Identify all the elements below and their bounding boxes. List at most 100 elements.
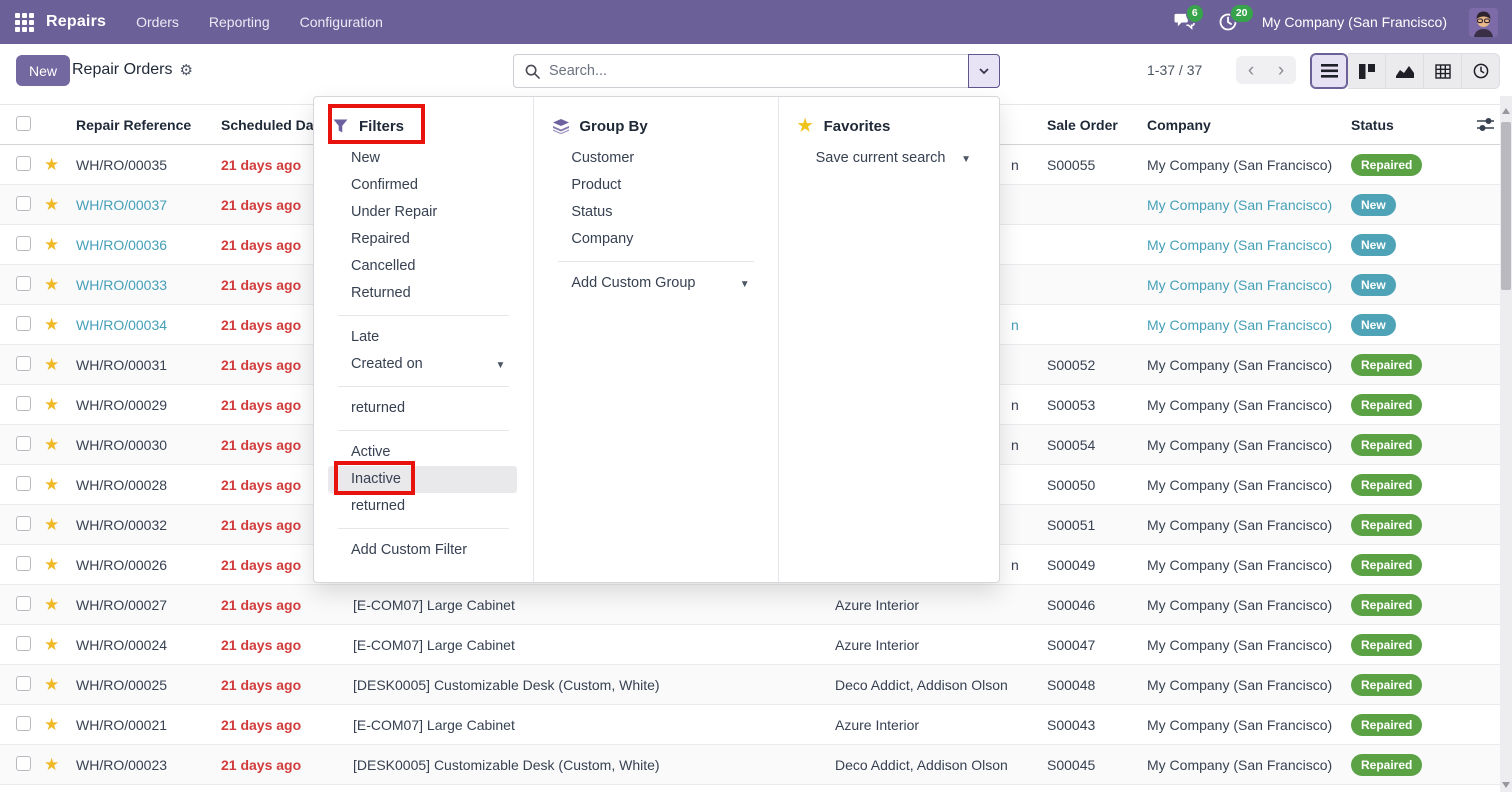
pager-next-button[interactable]: ›	[1266, 56, 1296, 84]
column-header-company[interactable]: Company	[1143, 117, 1347, 133]
new-button[interactable]: New	[16, 55, 70, 86]
row-checkbox[interactable]	[16, 396, 31, 411]
nav-menu-configuration[interactable]: Configuration	[300, 14, 383, 30]
row-checkbox[interactable]	[16, 716, 31, 731]
select-all-checkbox[interactable]	[16, 116, 31, 131]
favorite-star-icon[interactable]: ★	[40, 556, 72, 573]
nav-menu-reporting[interactable]: Reporting	[209, 14, 270, 30]
graph-view-button[interactable]	[1386, 53, 1424, 89]
filter-item-cancelled[interactable]: Cancelled	[328, 253, 517, 280]
optional-columns-icon[interactable]	[1477, 117, 1494, 132]
row-checkbox[interactable]	[16, 196, 31, 211]
filter-item-returned[interactable]: returned	[328, 395, 517, 422]
favorite-star-icon[interactable]: ★	[40, 756, 72, 773]
column-header-repair-reference[interactable]: Repair Reference	[72, 117, 217, 133]
row-checkbox[interactable]	[16, 596, 31, 611]
groupby-item-add-custom-group[interactable]: Add Custom Group▼	[548, 270, 761, 297]
user-avatar[interactable]	[1469, 8, 1498, 37]
list-view-button[interactable]	[1310, 53, 1348, 89]
groupby-item-company[interactable]: Company	[548, 226, 761, 253]
row-checkbox[interactable]	[16, 356, 31, 371]
filter-item-new[interactable]: New	[328, 145, 517, 172]
repair-reference-link[interactable]: WH/RO/00021	[72, 717, 217, 733]
filter-item-returned[interactable]: returned	[328, 493, 517, 520]
favorite-star-icon[interactable]: ★	[40, 196, 72, 213]
activity-view-button[interactable]	[1462, 53, 1500, 89]
favorite-star-icon[interactable]: ★	[40, 276, 72, 293]
table-row[interactable]: ★WH/RO/0002121 days ago[E-COM07] Large C…	[0, 705, 1500, 745]
kanban-view-button[interactable]	[1348, 53, 1386, 89]
groupby-item-customer[interactable]: Customer	[548, 145, 761, 172]
table-row[interactable]: ★WH/RO/0002421 days ago[E-COM07] Large C…	[0, 625, 1500, 665]
repair-reference-link[interactable]: WH/RO/00024	[72, 637, 217, 653]
repair-reference-link[interactable]: WH/RO/00035	[72, 157, 217, 173]
vertical-scrollbar[interactable]	[1500, 96, 1512, 792]
groupby-item-product[interactable]: Product	[548, 172, 761, 199]
favorite-star-icon[interactable]: ★	[40, 716, 72, 733]
groupby-item-status[interactable]: Status	[548, 199, 761, 226]
repair-reference-link[interactable]: WH/RO/00036	[72, 237, 217, 253]
favorite-star-icon[interactable]: ★	[40, 396, 72, 413]
row-checkbox[interactable]	[16, 636, 31, 651]
table-row[interactable]: ★WH/RO/0002721 days ago[E-COM07] Large C…	[0, 585, 1500, 625]
filter-item-inactive[interactable]: Inactive	[328, 466, 517, 493]
scrollbar-thumb[interactable]	[1501, 122, 1511, 290]
activities-button[interactable]: 20	[1218, 12, 1240, 32]
repair-reference-link[interactable]: WH/RO/00025	[72, 677, 217, 693]
repair-reference-link[interactable]: WH/RO/00029	[72, 397, 217, 413]
favorite-star-icon[interactable]: ★	[40, 436, 72, 453]
repair-reference-link[interactable]: WH/RO/00026	[72, 557, 217, 573]
repair-reference-link[interactable]: WH/RO/00031	[72, 357, 217, 373]
favorite-star-icon[interactable]: ★	[40, 676, 72, 693]
company-switcher[interactable]: My Company (San Francisco)	[1262, 14, 1447, 30]
filter-item-confirmed[interactable]: Confirmed	[328, 172, 517, 199]
row-checkbox[interactable]	[16, 556, 31, 571]
row-checkbox[interactable]	[16, 316, 31, 331]
filter-item-active[interactable]: Active	[328, 439, 517, 466]
favorite-star-icon[interactable]: ★	[40, 236, 72, 253]
favorite-star-icon[interactable]: ★	[40, 316, 72, 333]
row-checkbox[interactable]	[16, 756, 31, 771]
row-checkbox[interactable]	[16, 276, 31, 291]
repair-reference-link[interactable]: WH/RO/00030	[72, 437, 217, 453]
messages-button[interactable]: 6	[1174, 12, 1196, 32]
filter-item-under-repair[interactable]: Under Repair	[328, 199, 517, 226]
column-header-sale-order[interactable]: Sale Order	[1043, 117, 1143, 133]
apps-grid-icon[interactable]	[15, 13, 34, 32]
repair-reference-link[interactable]: WH/RO/00028	[72, 477, 217, 493]
column-header-status[interactable]: Status	[1347, 117, 1469, 133]
filter-item-late[interactable]: Late	[328, 324, 517, 351]
row-checkbox[interactable]	[16, 516, 31, 531]
pager-previous-button[interactable]: ‹	[1236, 56, 1266, 84]
view-settings-gear-icon[interactable]: ⚙	[179, 61, 192, 79]
table-row[interactable]: ★WH/RO/0002521 days ago[DESK0005] Custom…	[0, 665, 1500, 705]
favorite-star-icon[interactable]: ★	[40, 356, 72, 373]
row-checkbox[interactable]	[16, 156, 31, 171]
filter-item-repaired[interactable]: Repaired	[328, 226, 517, 253]
filter-item-add-custom-filter[interactable]: Add Custom Filter	[328, 537, 517, 564]
filter-item-returned[interactable]: Returned	[328, 280, 517, 307]
row-checkbox[interactable]	[16, 236, 31, 251]
favorite-star-icon[interactable]: ★	[40, 476, 72, 493]
nav-menu-orders[interactable]: Orders	[136, 14, 179, 30]
favorite-star-icon[interactable]: ★	[40, 596, 72, 613]
search-options-toggle[interactable]	[968, 54, 1000, 88]
app-name[interactable]: Repairs	[46, 13, 106, 31]
repair-reference-link[interactable]: WH/RO/00023	[72, 757, 217, 773]
row-checkbox[interactable]	[16, 476, 31, 491]
pivot-view-button[interactable]	[1424, 53, 1462, 89]
table-row[interactable]: ★WH/RO/0002321 days ago[DESK0005] Custom…	[0, 745, 1500, 785]
row-checkbox[interactable]	[16, 436, 31, 451]
favorite-star-icon[interactable]: ★	[40, 636, 72, 653]
search-bar[interactable]	[513, 54, 1000, 88]
search-input[interactable]	[549, 63, 999, 79]
row-checkbox[interactable]	[16, 676, 31, 691]
scroll-down-arrow[interactable]	[1502, 782, 1510, 788]
filter-item-created-on[interactable]: Created on▼	[328, 351, 517, 378]
repair-reference-link[interactable]: WH/RO/00027	[72, 597, 217, 613]
favorite-star-icon[interactable]: ★	[40, 516, 72, 533]
repair-reference-link[interactable]: WH/RO/00033	[72, 277, 217, 293]
repair-reference-link[interactable]: WH/RO/00032	[72, 517, 217, 533]
favorites-item-save-current-search[interactable]: Save current search▼	[793, 145, 983, 172]
repair-reference-link[interactable]: WH/RO/00034	[72, 317, 217, 333]
